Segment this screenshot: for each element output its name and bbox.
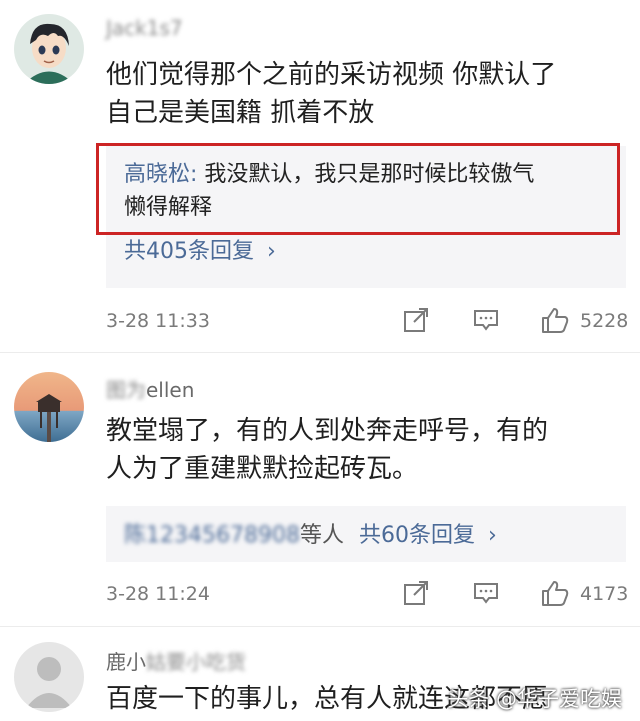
timestamp: 3-28 11:33 xyxy=(106,310,210,332)
reply-box[interactable]: 陈12345678908等人 共60条回复 › xyxy=(106,506,626,562)
reply-authors-blurred: 陈12345678908 xyxy=(124,523,300,548)
chevron-right-icon: › xyxy=(487,523,497,548)
share-icon[interactable] xyxy=(402,306,430,339)
username-blurred: 姑要小吃货 xyxy=(146,650,246,674)
username-visible: 鹿小 xyxy=(106,650,146,674)
reply-icon[interactable] xyxy=(472,579,500,612)
like-count: 4173 xyxy=(580,583,629,605)
thumbs-up-icon[interactable] xyxy=(540,579,570,612)
comment-text: 他们觉得那个之前的采访视频 你默认了 自己是美国籍 抓着不放 xyxy=(106,56,626,132)
username-visible: ellen xyxy=(146,378,195,402)
thumbs-up-icon[interactable] xyxy=(540,306,570,339)
username[interactable]: 鹿小姑要小吃货 xyxy=(106,646,246,675)
like-count: 5228 xyxy=(580,310,629,332)
avatar[interactable] xyxy=(14,372,84,442)
divider xyxy=(0,352,640,353)
comment-line: 他们觉得那个之前的采访视频 你默认了 xyxy=(106,60,557,90)
timestamp: 3-28 11:24 xyxy=(106,583,210,605)
reply-count: 共405条回复 xyxy=(124,239,254,264)
watermark: 头条 @华子爱吃娱 xyxy=(447,687,622,711)
username[interactable]: 图为ellen xyxy=(106,374,194,403)
username[interactable]: Jack1s7 xyxy=(106,16,183,40)
chevron-right-icon: › xyxy=(267,239,276,264)
comment-meta: 3-28 11:33 5228 xyxy=(106,306,629,339)
comment-text: 教堂塌了，有的人到处奔走呼号，有的 人为了重建默默捡起砖瓦。 xyxy=(106,412,626,488)
highlight-frame xyxy=(96,143,620,235)
avatar[interactable] xyxy=(14,642,84,712)
share-icon[interactable] xyxy=(402,579,430,612)
avatar[interactable] xyxy=(14,14,84,84)
reply-count: 共60条回复 xyxy=(358,523,475,548)
comment-line: 人为了重建默默捡起砖瓦。 xyxy=(106,454,419,484)
divider xyxy=(0,626,640,627)
comment-line: 教堂塌了，有的人到处奔走呼号，有的 xyxy=(106,416,549,446)
comment-meta: 3-28 11:24 4173 xyxy=(106,579,629,612)
username-blurred: 图为 xyxy=(106,378,146,402)
reply-authors-suffix: 等人 xyxy=(299,523,344,548)
comment-line: 自己是美国籍 抓着不放 xyxy=(106,98,375,128)
view-replies-link[interactable]: 陈12345678908等人 共60条回复 › xyxy=(106,506,626,549)
reply-icon[interactable] xyxy=(472,306,500,339)
